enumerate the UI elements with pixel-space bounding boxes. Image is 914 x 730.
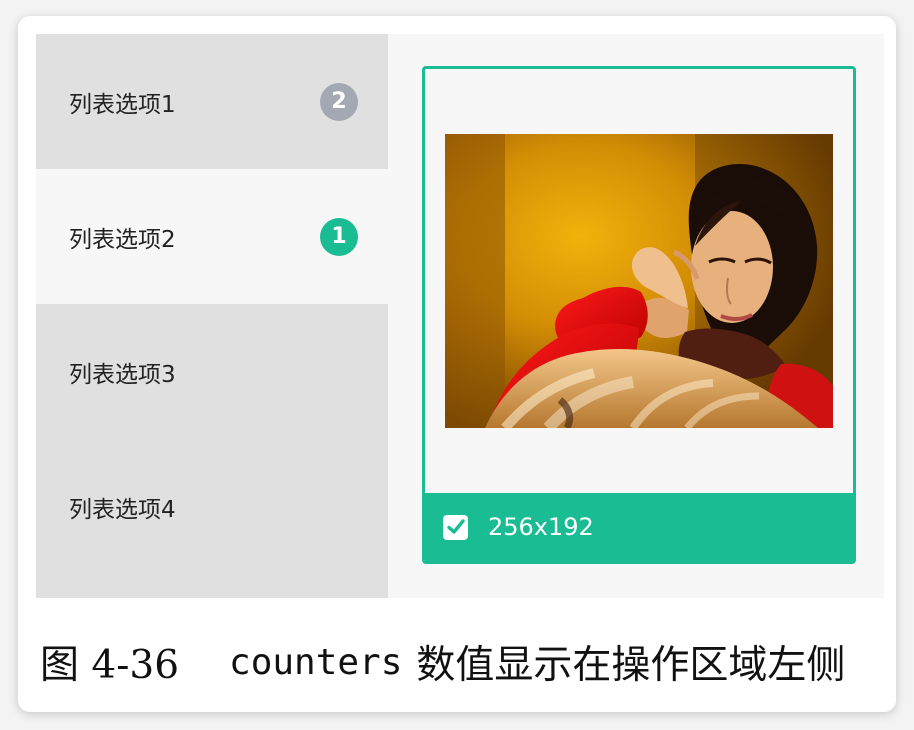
sidebar: 列表选项1 2 列表选项2 1 列表选项3 列表选项4 [36, 34, 388, 598]
sidebar-item-4[interactable]: 列表选项4 [36, 439, 388, 574]
sidebar-item-label: 列表选项3 [69, 361, 176, 388]
figure-caption: 图 4-36 counters 数值显示在操作区域左侧 [40, 637, 880, 689]
figure-number: 图 4-36 [40, 643, 180, 688]
photo-card-footer: 256x192 [425, 493, 853, 561]
demo-area: 列表选项1 2 列表选项2 1 列表选项3 列表选项4 256x192 [36, 34, 884, 598]
caption-text: 数值显示在操作区域左侧 [416, 643, 846, 688]
sidebar-item-1[interactable]: 列表选项1 2 [36, 34, 388, 169]
counter-badge: 2 [320, 82, 358, 121]
sidebar-item-label: 列表选项1 [69, 91, 176, 118]
caption-code: counters [229, 641, 403, 683]
photo-card[interactable]: 256x192 [422, 66, 856, 564]
sidebar-item-3[interactable]: 列表选项3 [36, 304, 388, 439]
sidebar-item-label: 列表选项4 [69, 496, 176, 523]
woman-photo [445, 134, 833, 428]
check-icon[interactable] [443, 514, 468, 540]
sidebar-item-label: 列表选项2 [69, 226, 176, 253]
counter-badge: 1 [320, 217, 358, 256]
figure-panel: 列表选项1 2 列表选项2 1 列表选项3 列表选项4 256x192 图 4-… [18, 16, 896, 712]
photo-image [445, 134, 833, 428]
sidebar-item-2[interactable]: 列表选项2 1 [36, 169, 388, 304]
image-size-label: 256x192 [488, 513, 594, 541]
